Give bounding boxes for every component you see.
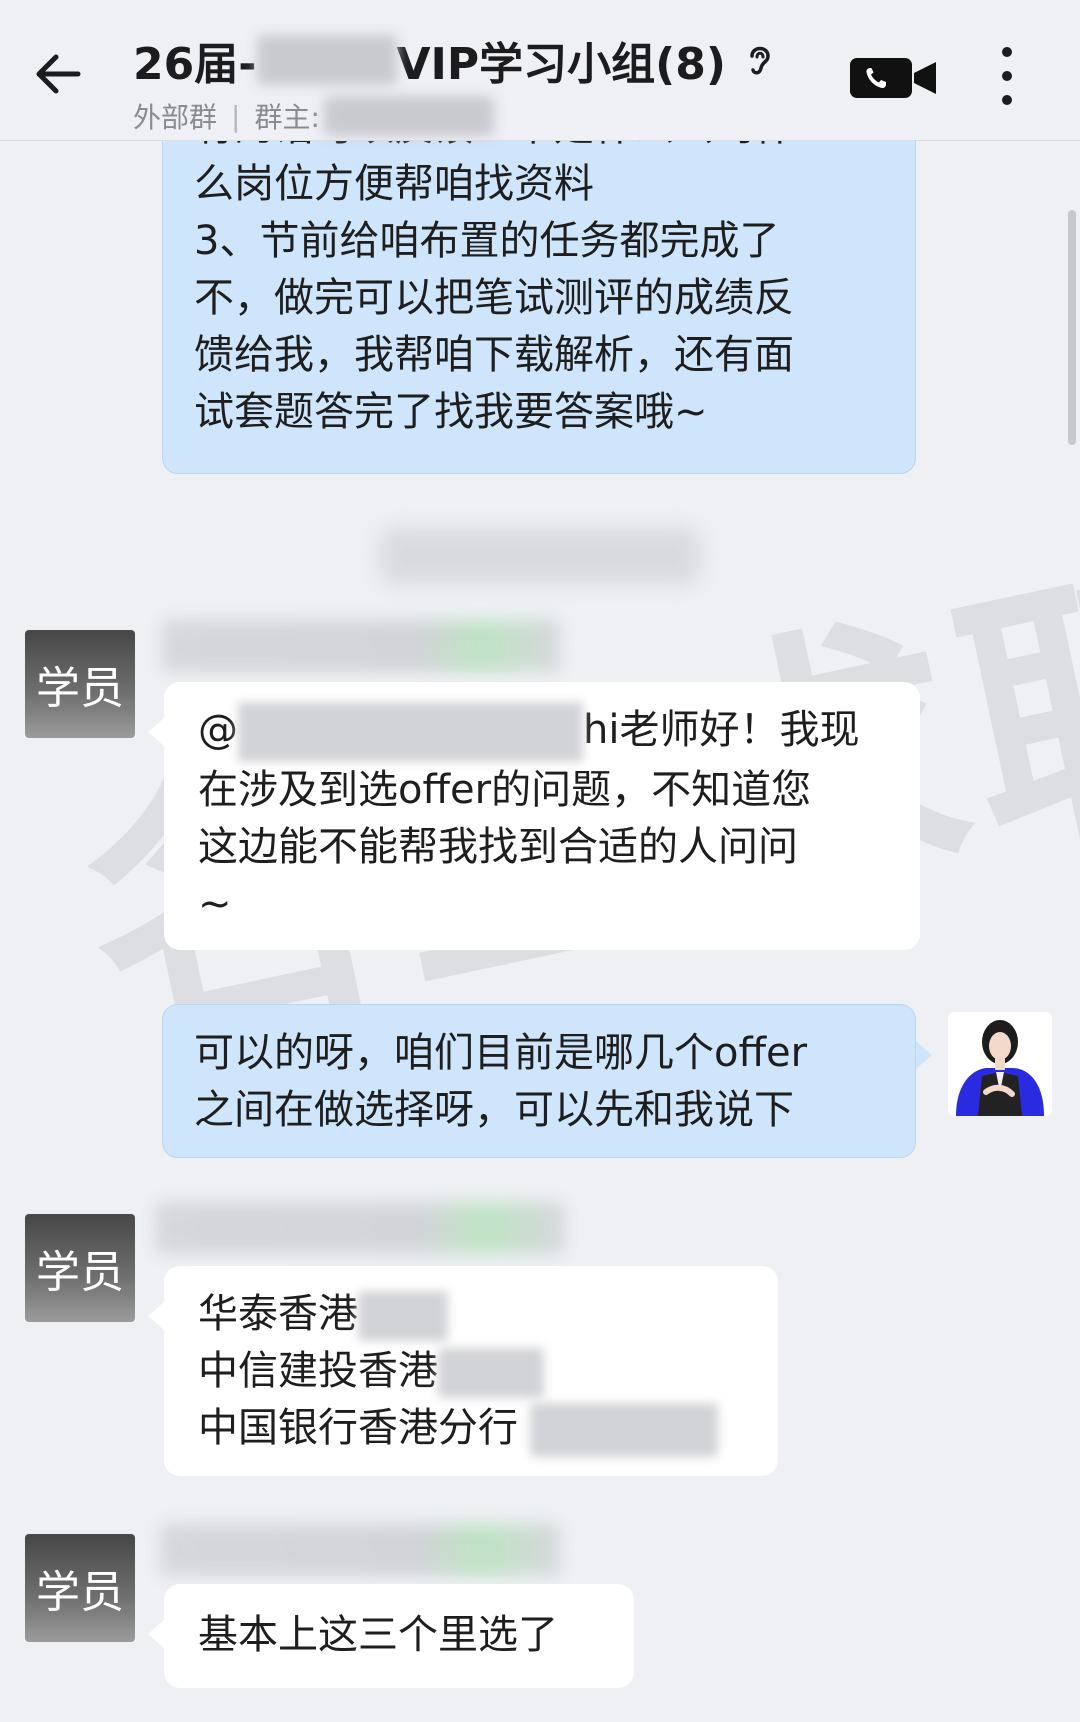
message-line: 之间在做选择呀，可以先和我说下 <box>194 1087 794 1133</box>
teacher-message-bubble[interactable]: 有的话可以反馈一下是什么公司什 么岗位方便帮咱找资料 3、节前给咱布置的任务都完… <box>162 110 916 474</box>
message-text: 华泰香港 <box>198 1291 358 1337</box>
scrollbar[interactable] <box>1068 210 1076 445</box>
message-line: 这边能不能帮我找到合适的人问问 <box>198 824 798 870</box>
more-options-icon[interactable] <box>995 44 1019 108</box>
message-line: 在涉及到选offer的问题，不知道您 <box>198 767 812 813</box>
message-text: 中信建投香港 <box>198 1348 438 1394</box>
avatar-label: 学员 <box>36 663 124 714</box>
teacher-message-bubble[interactable]: 可以的呀，咱们目前是哪几个offer 之间在做选择呀，可以先和我说下 <box>162 1004 932 1158</box>
student-message-bubble[interactable]: 基本上这三个里选了 <box>148 1584 634 1688</box>
redacted-title-segment <box>256 35 397 85</box>
message-line: 3、节前给咱布置的任务都完成了 <box>194 218 780 264</box>
external-group-tag: 外部群 <box>133 101 218 134</box>
student-avatar[interactable]: 学员 <box>25 1214 135 1322</box>
message-line: 试套题答完了找我要答案哦~ <box>194 389 708 435</box>
message-line: 馈给我，我帮咱下载解析，还有面 <box>194 332 794 378</box>
teacher-avatar[interactable] <box>948 1012 1052 1116</box>
redacted-text <box>530 1403 718 1457</box>
chat-header: 26届- VIP学习小组(8) 外部群 | 群主: <box>0 0 1080 141</box>
message-line: 华泰香港 <box>198 1286 718 1343</box>
title-prefix: 26届- <box>133 39 257 90</box>
message-text: 中国银行香港分行 <box>198 1405 518 1451</box>
redacted-owner-name <box>323 96 494 136</box>
title-suffix: VIP学习小组(8) <box>396 39 727 90</box>
mention-at-sign: @ <box>198 707 238 753</box>
redacted-text <box>358 1291 448 1341</box>
student-message-bubble[interactable]: @ hi老师好！我现 在涉及到选offer的问题，不知道您 这边能不能帮我找到合适… <box>148 682 920 950</box>
ear-icon <box>750 46 770 75</box>
message-line: @ hi老师好！我现 <box>198 702 859 762</box>
redacted-sender-name <box>160 1524 560 1576</box>
message-line: 不，做完可以把笔试测评的成绩反 <box>194 275 794 321</box>
student-avatar[interactable]: 学员 <box>25 630 135 738</box>
teacher-avatar-icon <box>956 1020 1044 1116</box>
redacted-sender-name <box>156 1202 564 1254</box>
message-text: hi老师好！我现 <box>583 707 860 753</box>
group-title[interactable]: 26届- VIP学习小组(8) <box>133 28 778 92</box>
group-subtitle: 外部群 | 群主: <box>133 96 494 136</box>
back-arrow-icon[interactable] <box>30 44 90 104</box>
message-line: 中国银行香港分行 <box>198 1400 718 1457</box>
subtitle-separator: | <box>231 99 241 133</box>
message-line: 可以的呀，咱们目前是哪几个offer <box>194 1030 808 1076</box>
group-owner-label: 群主: <box>254 101 320 134</box>
redacted-timestamp <box>380 528 700 584</box>
video-call-icon[interactable] <box>848 56 940 100</box>
redacted-text <box>438 1348 544 1398</box>
redacted-sender-name <box>162 620 560 672</box>
avatar-label: 学员 <box>36 1567 124 1618</box>
redacted-mention <box>238 702 583 762</box>
message-line: 中信建投香港 <box>198 1343 718 1400</box>
message-line: ~ <box>198 881 232 927</box>
avatar-label: 学员 <box>36 1247 124 1298</box>
message-line: 基本上这三个里选了 <box>198 1612 558 1658</box>
student-avatar[interactable]: 学员 <box>25 1534 135 1642</box>
message-line: 么岗位方便帮咱找资料 <box>194 161 594 207</box>
student-message-bubble[interactable]: 华泰香港 中信建投香港 中国银行香港分行 <box>148 1266 778 1476</box>
